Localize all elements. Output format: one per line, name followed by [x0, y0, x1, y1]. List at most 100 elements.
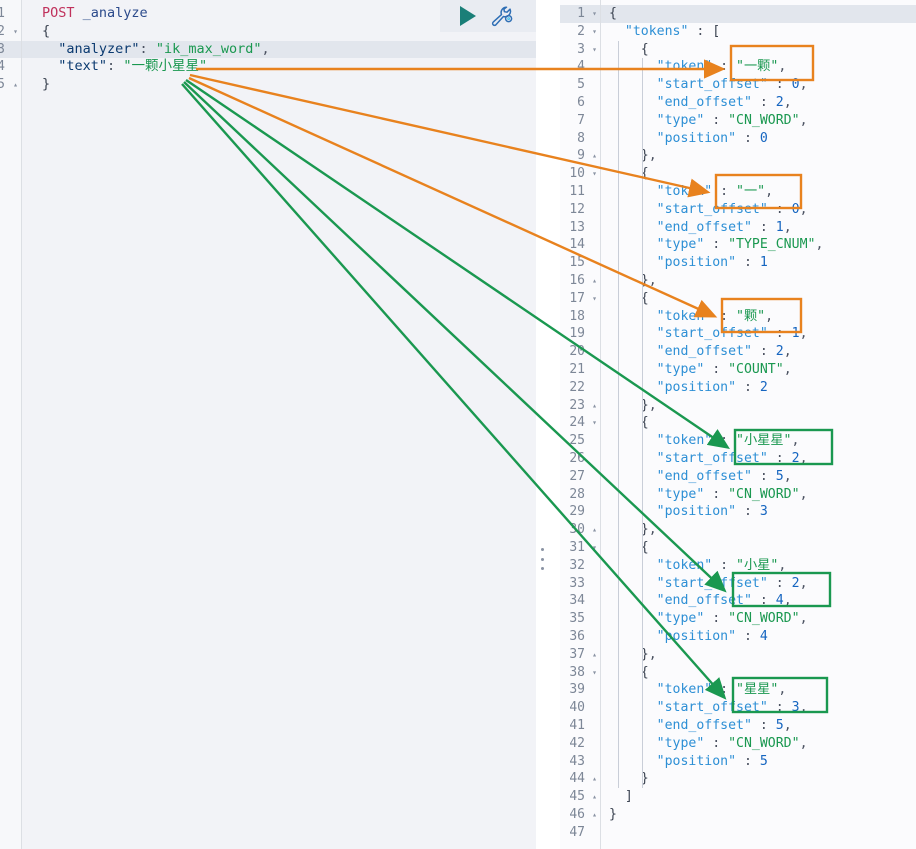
- response-line-number-row[interactable]: 17 ▾: [560, 290, 600, 308]
- response-code-line[interactable]: "start_offset" : 1,: [601, 325, 916, 343]
- response-line-number-row[interactable]: 16 ▴: [560, 272, 600, 290]
- response-code-line[interactable]: "position" : 4: [601, 628, 916, 646]
- response-line-number-row[interactable]: 43: [560, 753, 600, 771]
- response-line-number-row[interactable]: 31 ▾: [560, 539, 600, 557]
- response-code-line[interactable]: "token" : "一",: [601, 183, 916, 201]
- response-line-number-row[interactable]: 21: [560, 361, 600, 379]
- response-line-number-row[interactable]: 24 ▾: [560, 414, 600, 432]
- response-line-number-row[interactable]: 11: [560, 183, 600, 201]
- response-code-line[interactable]: "start_offset" : 0,: [601, 76, 916, 94]
- response-code-line[interactable]: "type" : "CN_WORD",: [601, 486, 916, 504]
- response-line-number-row[interactable]: 1 ▾: [560, 5, 600, 23]
- response-code-line[interactable]: {: [601, 664, 916, 682]
- response-code-line[interactable]: {: [601, 165, 916, 183]
- response-line-number-row[interactable]: 22: [560, 379, 600, 397]
- response-code-line[interactable]: ]: [601, 788, 916, 806]
- response-code-line[interactable]: "position" : 5: [601, 753, 916, 771]
- response-line-number-row[interactable]: 14: [560, 236, 600, 254]
- response-code-line[interactable]: "start_offset" : 2,: [601, 575, 916, 593]
- request-gutter[interactable]: 1 2 ▾ 3 4 5 ▴: [0, 0, 22, 849]
- fold-collapse-icon[interactable]: ▾: [592, 23, 597, 41]
- response-code-line[interactable]: {: [601, 414, 916, 432]
- response-code-line[interactable]: "token" : "一颗",: [601, 58, 916, 76]
- response-line-number-row[interactable]: 9 ▴: [560, 147, 600, 165]
- response-code-line[interactable]: "type" : "CN_WORD",: [601, 112, 916, 130]
- response-code-line[interactable]: "tokens" : [: [601, 23, 916, 41]
- request-editor-pane[interactable]: 1 2 ▾ 3 4 5 ▴ POST _analyze{ "analyzer": "ik_m…: [0, 0, 536, 849]
- response-line-number-row[interactable]: 19: [560, 325, 600, 343]
- splitter-drag-handle[interactable]: [537, 548, 547, 570]
- response-line-number-row[interactable]: 27: [560, 468, 600, 486]
- response-code-line[interactable]: "end_offset" : 5,: [601, 717, 916, 735]
- fold-collapse-icon[interactable]: ▾: [592, 664, 597, 682]
- response-line-number-row[interactable]: 26: [560, 450, 600, 468]
- response-gutter[interactable]: 1 ▾ 2 ▾ 3 ▾ 4 5 6 7 8 9 ▴ 10 ▾ 11 12 13 14 15 16 ▴ 17 ▾ 18 19 20 21…: [560, 0, 601, 849]
- response-code-line[interactable]: "start_offset" : 3,: [601, 699, 916, 717]
- response-line-number-row[interactable]: 6: [560, 94, 600, 112]
- fold-collapse-icon[interactable]: ▾: [592, 41, 597, 59]
- response-code-line[interactable]: "start_offset" : 0,: [601, 201, 916, 219]
- response-line-number-row[interactable]: 20: [560, 343, 600, 361]
- response-line-number-row[interactable]: 37 ▴: [560, 646, 600, 664]
- fold-expand-icon[interactable]: ▴: [592, 272, 597, 290]
- response-line-number-row[interactable]: 13: [560, 219, 600, 237]
- response-line-number-row[interactable]: 3 ▾: [560, 41, 600, 59]
- response-line-number-row[interactable]: 10 ▾: [560, 165, 600, 183]
- request-line-number-row[interactable]: 4: [0, 58, 21, 76]
- response-code-area[interactable]: { "tokens" : [ { "token" : "一颗", "start_…: [601, 0, 916, 849]
- response-code-line[interactable]: {: [601, 41, 916, 59]
- response-line-number-row[interactable]: 40: [560, 699, 600, 717]
- response-code-line[interactable]: "start_offset" : 2,: [601, 450, 916, 468]
- fold-collapse-icon[interactable]: ▾: [592, 165, 597, 183]
- request-line-number-row[interactable]: 1: [0, 5, 21, 23]
- response-code-line[interactable]: }: [601, 770, 916, 788]
- response-line-number-row[interactable]: 23 ▴: [560, 397, 600, 415]
- response-code-line[interactable]: "token" : "星星",: [601, 681, 916, 699]
- request-code-line[interactable]: "analyzer": "ik_max_word",: [22, 40, 536, 59]
- response-code-line[interactable]: "end_offset" : 1,: [601, 219, 916, 237]
- response-line-number-row[interactable]: 39: [560, 681, 600, 699]
- pane-splitter[interactable]: [536, 0, 560, 849]
- response-code-line[interactable]: {: [601, 539, 916, 557]
- response-code-line[interactable]: "type" : "COUNT",: [601, 361, 916, 379]
- response-line-number-row[interactable]: 38 ▾: [560, 664, 600, 682]
- response-code-line[interactable]: "end_offset" : 2,: [601, 343, 916, 361]
- response-code-line[interactable]: },: [601, 646, 916, 664]
- response-code-line[interactable]: "end_offset" : 2,: [601, 94, 916, 112]
- response-line-number-row[interactable]: 45 ▴: [560, 788, 600, 806]
- response-code-line[interactable]: "token" : "颗",: [601, 308, 916, 326]
- response-code-line[interactable]: "type" : "CN_WORD",: [601, 610, 916, 628]
- response-code-line[interactable]: {: [601, 5, 916, 23]
- fold-expand-icon[interactable]: ▴: [592, 397, 597, 415]
- response-code-line[interactable]: "position" : 2: [601, 379, 916, 397]
- fold-expand-icon[interactable]: ▴: [592, 788, 597, 806]
- fold-collapse-icon[interactable]: ▾: [592, 539, 597, 557]
- response-code-line[interactable]: "position" : 0: [601, 130, 916, 148]
- response-line-number-row[interactable]: 4: [560, 58, 600, 76]
- response-line-number-row[interactable]: 15: [560, 254, 600, 272]
- response-code-line[interactable]: "end_offset" : 4,: [601, 592, 916, 610]
- response-line-number-row[interactable]: 35: [560, 610, 600, 628]
- fold-expand-icon[interactable]: ▴: [592, 521, 597, 539]
- response-line-number-row[interactable]: 46 ▴: [560, 806, 600, 824]
- response-line-number-row[interactable]: 18: [560, 308, 600, 326]
- request-code-area[interactable]: POST _analyze{ "analyzer": "ik_max_word"…: [22, 0, 536, 849]
- fold-collapse-icon[interactable]: ▾: [13, 23, 18, 41]
- response-line-number-row[interactable]: 5: [560, 76, 600, 94]
- response-code-line[interactable]: "type" : "CN_WORD",: [601, 735, 916, 753]
- response-line-number-row[interactable]: 30 ▴: [560, 521, 600, 539]
- response-code-line[interactable]: },: [601, 272, 916, 290]
- fold-collapse-icon[interactable]: ▾: [592, 290, 597, 308]
- request-code-line[interactable]: "text": "一颗小星星": [22, 58, 536, 76]
- response-line-number-row[interactable]: 25: [560, 432, 600, 450]
- response-line-number-row[interactable]: 47: [560, 824, 600, 842]
- response-line-number-row[interactable]: 8: [560, 130, 600, 148]
- response-code-line[interactable]: },: [601, 147, 916, 165]
- fold-collapse-icon[interactable]: ▾: [592, 414, 597, 432]
- response-line-number-row[interactable]: 34: [560, 592, 600, 610]
- response-line-number-row[interactable]: 7: [560, 112, 600, 130]
- response-code-line[interactable]: "position" : 3: [601, 503, 916, 521]
- response-line-number-row[interactable]: 29: [560, 503, 600, 521]
- response-code-line[interactable]: {: [601, 290, 916, 308]
- response-viewer-pane[interactable]: 1 ▾ 2 ▾ 3 ▾ 4 5 6 7 8 9 ▴ 10 ▾ 11 12 13 14 15 16 ▴ 17 ▾ 18 19 20 21…: [560, 0, 916, 849]
